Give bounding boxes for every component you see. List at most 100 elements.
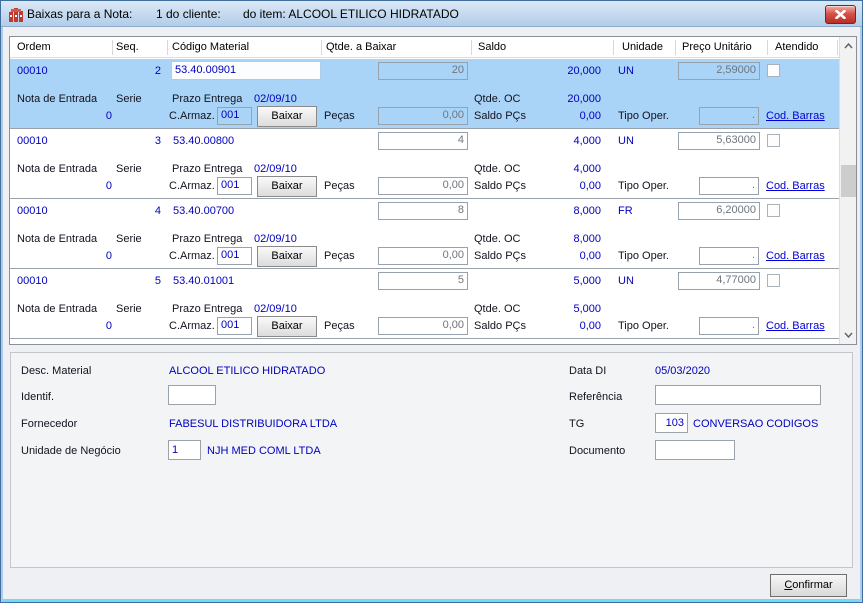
saldo-value: 8,000 [573,205,601,217]
tipo-oper-field[interactable]: . [699,317,759,335]
pecas-field[interactable]: 0,00 [378,247,468,265]
tipo-oper-field[interactable]: . [699,247,759,265]
codigo-material-value: 53.40.00800 [173,135,235,147]
unidade-negocio-name: NJH MED COML LTDA [207,445,321,457]
saldo-pcs-value: 0,00 [579,320,601,332]
scroll-down-button[interactable] [840,327,856,343]
scroll-up-button[interactable] [840,38,856,54]
table-row[interactable]: 00010 5 53.40.01001 5 5,000 UN 4,77000 N… [10,269,839,339]
nota-number-value: 0 [105,110,112,122]
pecas-label: Peças [324,250,355,262]
c-armaz-label: C.Armaz. [169,110,215,122]
col-header-atendido: Atendido [775,41,819,53]
cod-barras-link[interactable]: Cod. Barras [766,180,825,192]
baixar-button[interactable]: Baixar [257,176,317,197]
ordem-value: 00010 [17,205,48,217]
unidade-value: FR [618,205,633,217]
c-armaz-label: C.Armaz. [169,320,215,332]
table-row[interactable]: 00010 4 53.40.00700 8 8,000 FR 6,20000 N… [10,199,839,269]
pecas-label: Peças [324,320,355,332]
prazo-date-value: 02/09/10 [254,303,297,315]
saldo-pcs-value: 0,00 [579,110,601,122]
nota-entrada-label: Nota de Entrada [17,233,98,245]
preco-unitario-field[interactable]: 2,59000 [678,62,760,80]
referencia-input[interactable] [655,385,821,405]
desc-material-value: ALCOOL ETILICO HIDRATADO [169,365,326,377]
cod-barras-link[interactable]: Cod. Barras [766,250,825,262]
preco-unitario-field[interactable]: 6,20000 [678,202,760,220]
pecas-field[interactable]: 0,00 [378,177,468,195]
pecas-field[interactable]: 0,00 [378,107,468,125]
cod-barras-link[interactable]: Cod. Barras [766,320,825,332]
qtde-a-baixar-field[interactable]: 4 [378,132,468,150]
armazem-field[interactable]: 001 [217,317,252,335]
referencia-label: Referência [569,391,623,403]
armazem-field[interactable]: 001 [217,247,252,265]
items-grid: Ordem Seq. Código Material Qtde. a Baixa… [9,36,857,345]
grid-header: Ordem Seq. Código Material Qtde. a Baixa… [10,37,839,58]
saldo-value: 20,000 [567,65,601,77]
tipo-oper-field[interactable]: . [699,177,759,195]
nota-number-value: 0 [105,320,112,332]
col-header-saldo: Saldo [478,41,507,53]
armazem-field[interactable]: 001 [217,107,252,125]
saldo-pcs-value: 0,00 [579,180,601,192]
qtde-oc-value: 5,000 [573,303,601,315]
seq-value: 5 [154,275,161,287]
tipo-oper-label: Tipo Oper. [618,110,669,122]
identif-input[interactable] [168,385,216,405]
col-header-preco: Preço Unitário [682,41,752,53]
baixar-button[interactable]: Baixar [257,106,317,127]
documento-input[interactable] [655,440,735,460]
preco-unitario-field[interactable]: 4,77000 [678,272,760,290]
c-armaz-label: C.Armaz. [169,180,215,192]
baixar-button[interactable]: Baixar [257,316,317,337]
baixar-button[interactable]: Baixar [257,246,317,267]
saldo-value: 4,000 [573,135,601,147]
c-armaz-label: C.Armaz. [169,250,215,262]
qtde-oc-value: 4,000 [573,163,601,175]
atendido-checkbox[interactable] [767,134,780,147]
tg-input[interactable]: 103 [655,413,688,433]
qtde-a-baixar-field[interactable]: 20 [378,62,468,80]
desc-material-label: Desc. Material [21,365,92,377]
armazem-field[interactable]: 001 [217,177,252,195]
serie-label: Serie [116,303,142,315]
ordem-value: 00010 [17,275,48,287]
table-row[interactable]: 00010 2 53.40.00901 20 20,000 UN 2,59000… [10,59,839,129]
atendido-checkbox[interactable] [767,64,780,77]
vertical-scrollbar[interactable] [839,37,856,344]
prazo-date-value: 02/09/10 [254,93,297,105]
dialog-title: Baixas para a Nota: [27,7,133,21]
col-header-unidade: Unidade [622,41,663,53]
qtde-a-baixar-field[interactable]: 8 [378,202,468,220]
col-header-ordem: Ordem [17,41,51,53]
codigo-material-value: 53.40.01001 [173,275,235,287]
tipo-oper-field[interactable]: . [699,107,759,125]
close-icon [835,10,846,19]
atendido-checkbox[interactable] [767,204,780,217]
tipo-oper-label: Tipo Oper. [618,250,669,262]
baixas-dialog: Baixas para a Nota: 1 do cliente: do ite… [0,0,863,603]
tg-label: TG [569,418,585,430]
table-row[interactable]: 00010 3 53.40.00800 4 4,000 UN 5,63000 N… [10,129,839,199]
ordem-value: 00010 [17,65,48,77]
atendido-checkbox[interactable] [767,274,780,287]
documento-label: Documento [569,445,626,457]
title-bar: Baixas para a Nota: 1 do cliente: do ite… [1,1,862,27]
scrollbar-thumb[interactable] [841,165,856,197]
preco-unitario-field[interactable]: 5,63000 [678,132,760,150]
nota-number-value: 0 [105,250,112,262]
codigo-material-value: 53.40.00901 [171,61,321,80]
cod-barras-link[interactable]: Cod. Barras [766,110,825,122]
data-di-label: Data DI [569,365,607,377]
close-button[interactable] [825,5,856,24]
confirmar-button[interactable]: Confirmar [770,574,847,597]
tipo-oper-label: Tipo Oper. [618,180,669,192]
seq-value: 2 [154,65,161,77]
pecas-field[interactable]: 0,00 [378,317,468,335]
col-header-codigo: Código Material [172,41,250,53]
unidade-negocio-input[interactable]: 1 [168,440,201,460]
qtde-a-baixar-field[interactable]: 5 [378,272,468,290]
nota-entrada-label: Nota de Entrada [17,163,98,175]
